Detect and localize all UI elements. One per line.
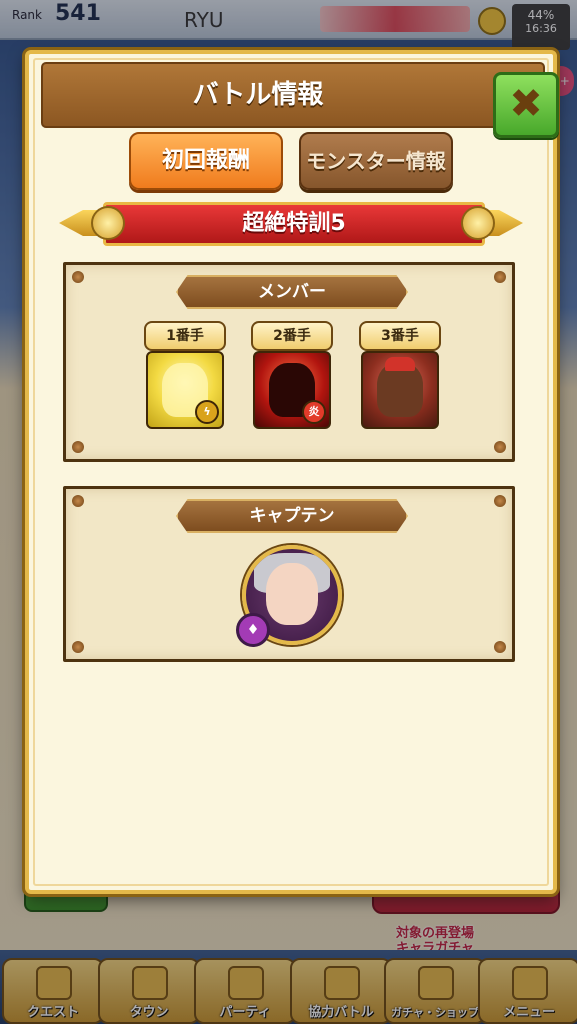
rivet xyxy=(72,271,84,283)
monster-portrait[interactable]: ϟ xyxy=(146,351,224,429)
tab-monster-info[interactable]: モンスター情報 xyxy=(299,132,453,190)
members-label: メンバー xyxy=(176,275,408,309)
monster-portrait[interactable] xyxy=(361,351,439,429)
tab-first-reward[interactable]: 初回報酬 xyxy=(129,132,283,190)
members-panel: メンバー 1番手 ϟ 2番手 炎 3番手 xyxy=(63,262,515,462)
rivet xyxy=(494,641,506,653)
rivet xyxy=(72,441,84,453)
ornament-left-icon xyxy=(91,206,125,240)
monster-portrait[interactable]: 炎 xyxy=(253,351,331,429)
rivet xyxy=(494,271,506,283)
rivet xyxy=(494,495,506,507)
dialog-border xyxy=(33,58,549,886)
stage-name: 超絶特訓5 xyxy=(103,202,485,246)
battle-info-dialog: バトル情報 ✖ 初回報酬 モンスター情報 超絶特訓5 メンバー 1番手 ϟ 2番… xyxy=(25,50,559,894)
member-order-tag: 2番手 xyxy=(251,321,333,351)
fire-element-icon: 炎 xyxy=(302,400,326,424)
captain-face xyxy=(266,563,318,625)
captain-label: キャプテン xyxy=(176,499,408,533)
close-x-icon: ✖ xyxy=(509,81,543,127)
dark-element-icon: ♦ xyxy=(236,613,270,647)
ornament-right-icon xyxy=(461,206,495,240)
member-order-tag: 1番手 xyxy=(144,321,226,351)
close-button[interactable]: ✖ xyxy=(493,72,559,138)
captain-panel: キャプテン ♦ xyxy=(63,486,515,662)
dialog-title-bar: バトル情報 ✖ xyxy=(41,62,559,138)
rivet xyxy=(494,441,506,453)
rivet xyxy=(72,641,84,653)
thunder-element-icon: ϟ xyxy=(195,400,219,424)
rivet xyxy=(72,495,84,507)
stage-ribbon: 超絶特訓5 xyxy=(59,202,523,246)
dialog-title: バトル情報 xyxy=(192,80,324,110)
monster-figure xyxy=(377,357,423,417)
member-order-tag: 3番手 xyxy=(359,321,441,351)
